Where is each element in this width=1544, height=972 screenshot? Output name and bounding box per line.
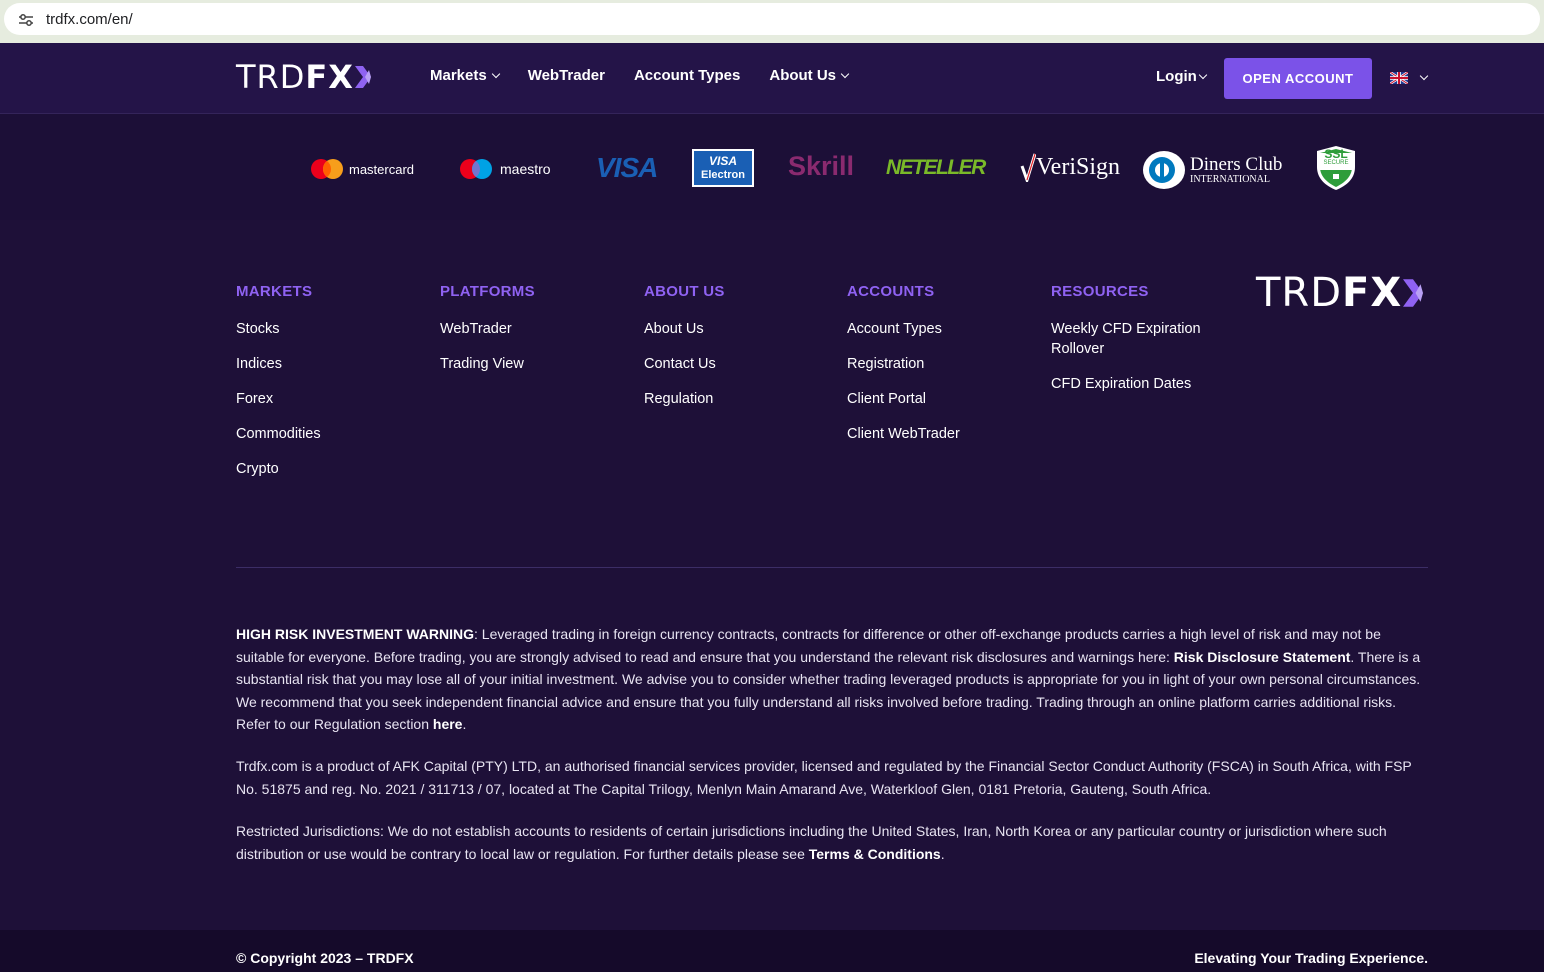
- nav-account-types[interactable]: Account Types: [634, 67, 740, 84]
- footer-link[interactable]: Weekly CFD Expiration Rollover: [1051, 319, 1221, 359]
- verisign-check-icon: [1020, 153, 1036, 182]
- verisign-logo: VeriSign: [1020, 152, 1120, 182]
- login-link[interactable]: Login: [1156, 68, 1208, 85]
- chevron-down-icon: [491, 69, 500, 78]
- footer-heading: ACCOUNTS: [847, 283, 935, 300]
- footer-col-accounts: ACCOUNTS Account Types Registration Clie…: [847, 283, 960, 459]
- payment-methods-strip: mastercard maestro VISA VISA Electron Sk…: [0, 114, 1544, 220]
- login-label: Login: [1156, 68, 1197, 85]
- mastercard-text: mastercard: [349, 161, 415, 177]
- uk-flag-icon: [1390, 72, 1408, 84]
- footer-link[interactable]: About Us: [644, 319, 725, 339]
- footer-link[interactable]: WebTrader: [440, 319, 535, 339]
- chevron-down-icon: [1419, 71, 1429, 80]
- visa-electron-bottom: Electron: [700, 168, 745, 181]
- language-selector[interactable]: [1390, 71, 1429, 84]
- footer-link[interactable]: Commodities: [236, 424, 321, 444]
- maestro-logo: maestro: [459, 158, 551, 180]
- url-text[interactable]: trdfx.com/en/: [46, 11, 133, 28]
- nav-markets-label: Markets: [430, 67, 487, 84]
- logo-text-thin: TRD: [236, 58, 306, 96]
- logo-chevron-icon: [1403, 279, 1424, 307]
- footer-divider: [236, 567, 1428, 568]
- footer-link[interactable]: Regulation: [644, 389, 725, 409]
- site-settings-icon[interactable]: [18, 13, 34, 27]
- ssl-secure-text: SECURE: [1323, 160, 1349, 166]
- tagline-text: Elevating Your Trading Experience.: [1194, 950, 1428, 966]
- footer-col-resources: RESOURCES Weekly CFD Expiration Rollover…: [1051, 283, 1221, 409]
- visa-electron-logo: VISA Electron: [692, 149, 754, 187]
- nav-markets[interactable]: Markets: [430, 67, 500, 84]
- nav-about-label: About Us: [769, 67, 837, 84]
- nav-webtrader[interactable]: WebTrader: [528, 67, 605, 84]
- visa-logo: VISA: [596, 152, 658, 183]
- footer-link[interactable]: Client Portal: [847, 389, 960, 409]
- footer-heading: ABOUT US: [644, 283, 725, 300]
- footer-link[interactable]: Account Types: [847, 319, 960, 339]
- diners-club-logo: Diners Club INTERNATIONAL: [1142, 150, 1282, 190]
- copyright-text: © Copyright 2023 – TRDFX: [236, 950, 414, 966]
- footer-link[interactable]: Indices: [236, 354, 321, 374]
- visa-electron-top: VISA: [708, 153, 737, 168]
- terms-conditions-link[interactable]: Terms & Conditions: [809, 846, 941, 862]
- open-account-button[interactable]: OPEN ACCOUNT: [1224, 58, 1372, 99]
- footer-col-platforms: PLATFORMS WebTrader Trading View: [440, 283, 535, 389]
- mastercard-logo: mastercard: [310, 158, 414, 180]
- maestro-text: maestro: [500, 161, 551, 177]
- main-nav: TRD FX Markets WebTrader Account Types Ab…: [0, 43, 1544, 114]
- diners-club-icon: [1143, 151, 1185, 189]
- logo-text-thin: TRD: [1256, 270, 1343, 316]
- footer-link[interactable]: Contact Us: [644, 354, 725, 374]
- footer-link[interactable]: Forex: [236, 389, 321, 409]
- ssl-text: SSL: [1324, 147, 1348, 161]
- diners-bottom-text: INTERNATIONAL: [1190, 173, 1270, 185]
- nav-about-us[interactable]: About Us: [769, 67, 850, 84]
- browser-address-bar: trdfx.com/en/: [0, 0, 1544, 43]
- footer-logo[interactable]: TRD FX: [1256, 270, 1424, 316]
- site-logo[interactable]: TRD FX: [236, 58, 371, 96]
- restricted-end: .: [940, 845, 945, 862]
- chevron-down-icon: [840, 69, 850, 78]
- footer-link[interactable]: Stocks: [236, 319, 321, 339]
- logo-chevron-icon: [354, 66, 371, 88]
- risk-disclosure-link[interactable]: Risk Disclosure Statement: [1174, 649, 1351, 665]
- footer-link[interactable]: CFD Expiration Dates: [1051, 374, 1221, 394]
- maestro-icon: [460, 159, 492, 179]
- chevron-down-icon: [1198, 70, 1208, 79]
- nav-links: Markets WebTrader Account Types About Us: [430, 67, 850, 84]
- regulation-here-link[interactable]: here: [433, 716, 463, 732]
- restricted-jurisdictions-paragraph: Restricted Jurisdictions: We do not esta…: [236, 820, 1432, 865]
- diners-top-text: Diners Club: [1190, 153, 1283, 175]
- diners-club-text: Diners Club INTERNATIONAL: [1190, 155, 1282, 186]
- logo-text-bold: FX: [1342, 270, 1403, 316]
- neteller-logo: NETELLER: [886, 156, 986, 179]
- footer-heading: MARKETS: [236, 283, 313, 300]
- skrill-logo: Skrill: [788, 151, 855, 181]
- footer-link[interactable]: Registration: [847, 354, 960, 374]
- risk-warning-end: .: [462, 716, 467, 732]
- copyright-bar: © Copyright 2023 – TRDFX Elevating Your …: [0, 930, 1544, 972]
- footer-link[interactable]: Crypto: [236, 459, 321, 479]
- footer-link[interactable]: Trading View: [440, 354, 535, 374]
- footer-heading: PLATFORMS: [440, 283, 535, 300]
- verisign-text: VeriSign: [1036, 153, 1120, 180]
- footer-col-markets: MARKETS Stocks Indices Forex Commodities…: [236, 283, 321, 494]
- ssl-secure-badge: SSL SECURE: [1315, 145, 1357, 191]
- logo-text-bold: FX: [305, 58, 354, 96]
- footer-col-about: ABOUT US About Us Contact Us Regulation: [644, 283, 725, 424]
- footer-link[interactable]: Client WebTrader: [847, 424, 960, 444]
- footer-heading: RESOURCES: [1051, 283, 1149, 300]
- risk-warning-paragraph: HIGH RISK INVESTMENT WARNING: Leveraged …: [236, 623, 1432, 736]
- risk-warning-label: HIGH RISK INVESTMENT WARNING: [236, 626, 475, 642]
- url-box[interactable]: trdfx.com/en/: [4, 3, 1540, 35]
- mastercard-icon: [311, 159, 343, 179]
- company-info-paragraph: Trdfx.com is a product of AFK Capital (P…: [236, 758, 1412, 797]
